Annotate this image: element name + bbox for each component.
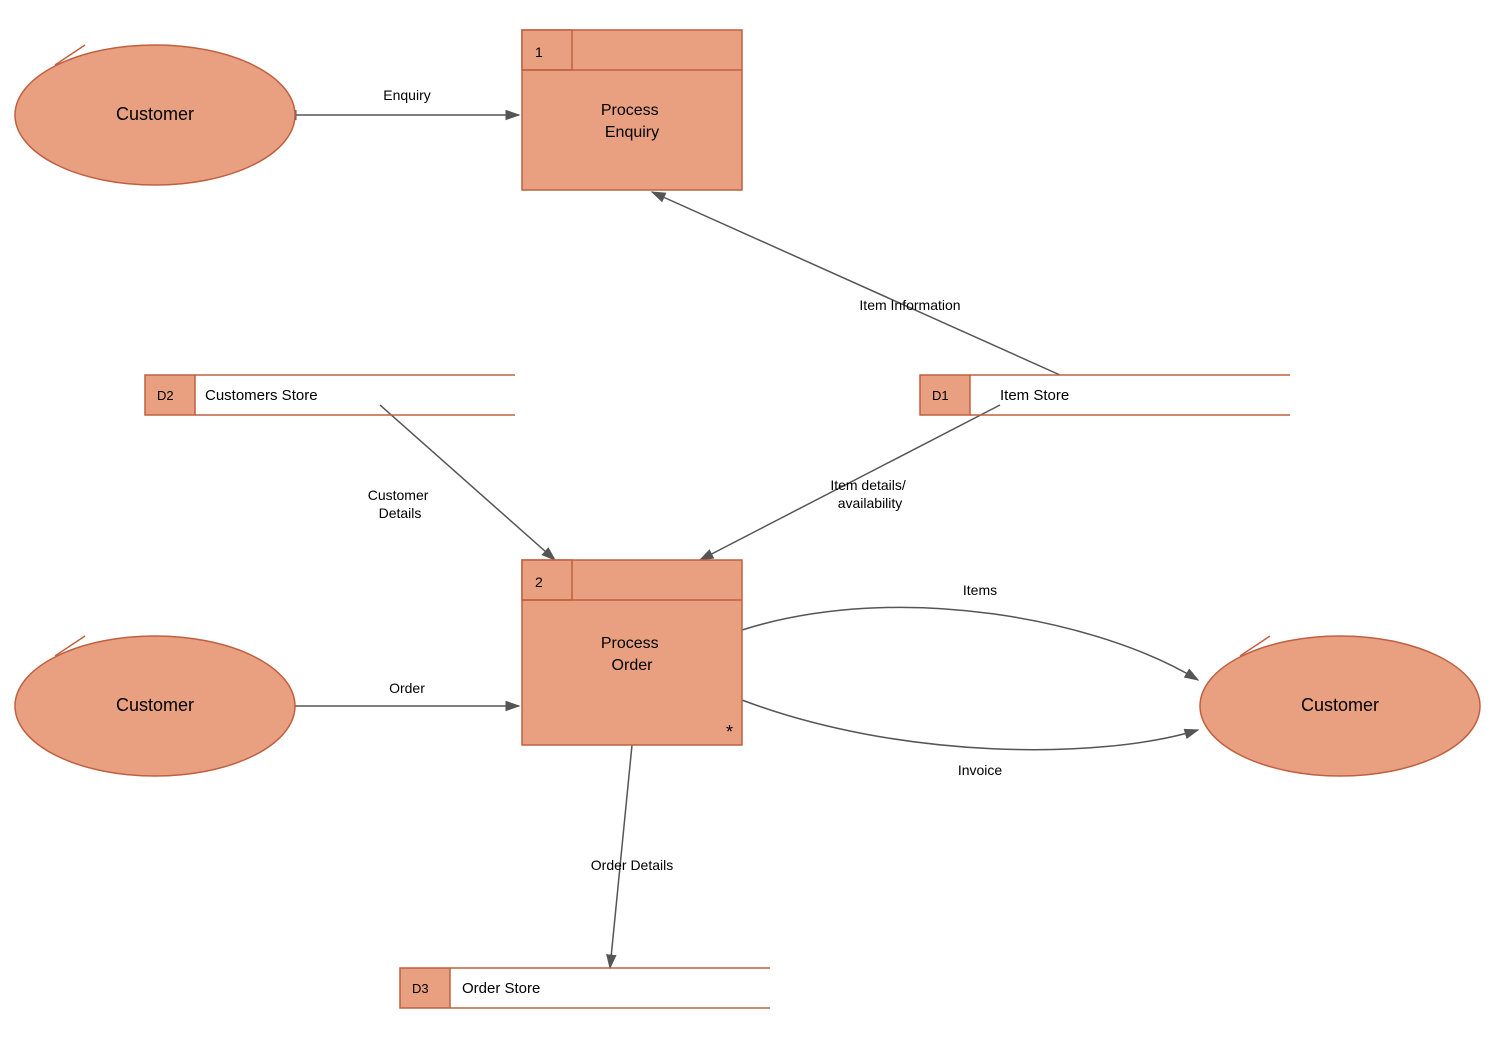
d3-code: D3: [412, 981, 429, 996]
flow-items-label: Items: [963, 582, 997, 598]
d1-label: Item Store: [1000, 387, 1069, 404]
d1-code: D1: [932, 388, 949, 403]
entity-customer2: Customer: [15, 636, 295, 776]
dfd-diagram: Enquiry Item Information Customer Detail…: [0, 0, 1500, 1055]
flow-item-info-label: Item Information: [859, 297, 960, 313]
flow-invoice: [742, 700, 1198, 750]
process-order: 2 Process Order *: [522, 560, 742, 745]
flow-enquiry-label: Enquiry: [383, 87, 430, 103]
flow-order-label: Order: [389, 680, 425, 696]
customer2-label: Customer: [116, 695, 194, 715]
store-orders: D3 Order Store: [400, 968, 770, 1008]
d3-label: Order Store: [462, 980, 540, 997]
flow-item-info: [652, 192, 1060, 375]
store-customers: D2 Customers Store: [145, 375, 515, 415]
d2-label: Customers Store: [205, 387, 318, 404]
customer3-label: Customer: [1301, 695, 1379, 715]
p1-number: 1: [535, 44, 543, 60]
flow-item-details-label: Item details/ availability: [830, 477, 909, 511]
customer1-label: Customer: [116, 104, 194, 124]
flow-customer-details: [380, 405, 555, 560]
entity-customer1: Customer: [15, 45, 295, 185]
flow-order-details-label: Order Details: [591, 857, 673, 873]
d2-code: D2: [157, 388, 174, 403]
flow-invoice-label: Invoice: [958, 762, 1003, 778]
store-item: D1 Item Store: [920, 375, 1290, 415]
flow-customer-details-label: Customer Details: [368, 487, 433, 521]
process-enquiry: 1 Process Enquiry: [522, 30, 742, 190]
p2-asterisk: *: [726, 722, 733, 742]
flow-items: [742, 607, 1198, 680]
entity-customer3: Customer: [1200, 636, 1480, 776]
p2-number: 2: [535, 574, 543, 590]
